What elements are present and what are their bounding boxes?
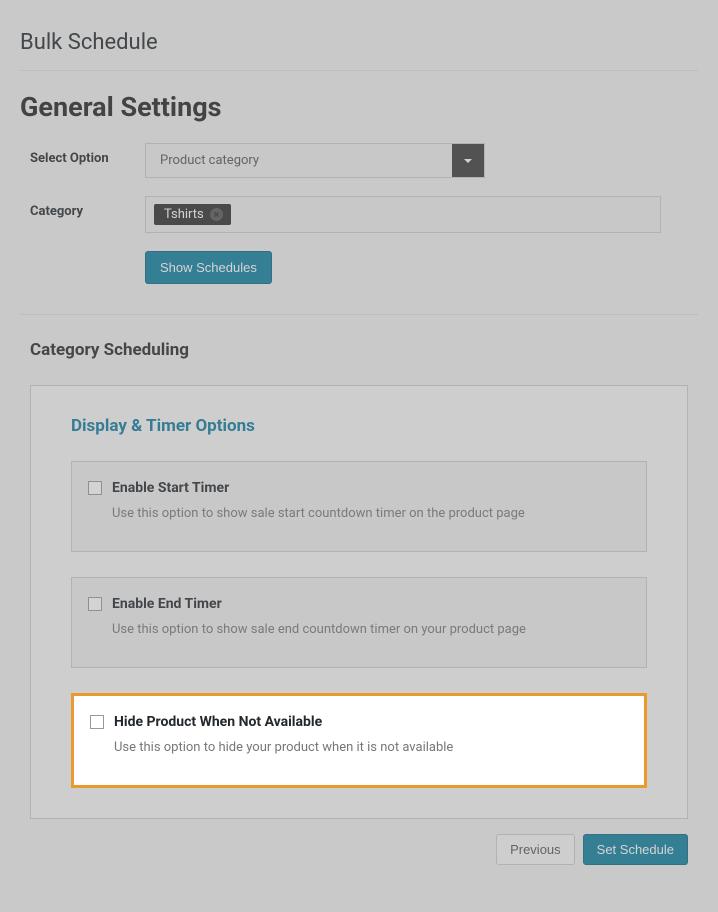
divider [20, 70, 698, 71]
option-desc: Use this option to show sale end countdo… [112, 622, 630, 637]
previous-button[interactable]: Previous [496, 834, 575, 865]
options-panel: Display & Timer Options Enable Start Tim… [30, 385, 688, 819]
option-title: Enable Start Timer [112, 480, 630, 496]
option-desc: Use this option to hide your product whe… [114, 740, 628, 755]
chevron-down-icon [452, 144, 484, 177]
end-timer-checkbox[interactable] [88, 597, 102, 611]
category-tag: Tshirts [154, 204, 231, 225]
select-option-value: Product category [146, 144, 452, 177]
show-schedules-button[interactable]: Show Schedules [145, 251, 272, 284]
subsection-title: Category Scheduling [20, 340, 698, 360]
spacer [20, 251, 145, 259]
page-title: Bulk Schedule [20, 10, 698, 70]
show-schedules-row: Show Schedules [20, 251, 698, 284]
option-start-timer: Enable Start Timer Use this option to sh… [71, 461, 647, 552]
set-schedule-button[interactable]: Set Schedule [583, 834, 688, 865]
hide-product-checkbox[interactable] [90, 715, 104, 729]
option-hide-product: Hide Product When Not Available Use this… [71, 693, 647, 788]
select-option-dropdown[interactable]: Product category [145, 143, 485, 178]
footer-buttons: Previous Set Schedule [20, 819, 698, 865]
option-title: Hide Product When Not Available [114, 714, 628, 730]
divider [20, 314, 698, 315]
option-end-timer: Enable End Timer Use this option to show… [71, 577, 647, 668]
close-icon[interactable] [210, 208, 223, 221]
panel-heading: Display & Timer Options [71, 416, 647, 436]
category-row: Category Tshirts [20, 196, 698, 233]
select-option-row: Select Option Product category [20, 143, 698, 178]
section-title: General Settings [20, 81, 698, 143]
category-input[interactable]: Tshirts [145, 196, 661, 233]
option-desc: Use this option to show sale start count… [112, 506, 630, 521]
start-timer-checkbox[interactable] [88, 481, 102, 495]
tag-label: Tshirts [164, 207, 204, 222]
option-title: Enable End Timer [112, 596, 630, 612]
category-label: Category [20, 196, 145, 219]
select-option-label: Select Option [20, 143, 145, 166]
